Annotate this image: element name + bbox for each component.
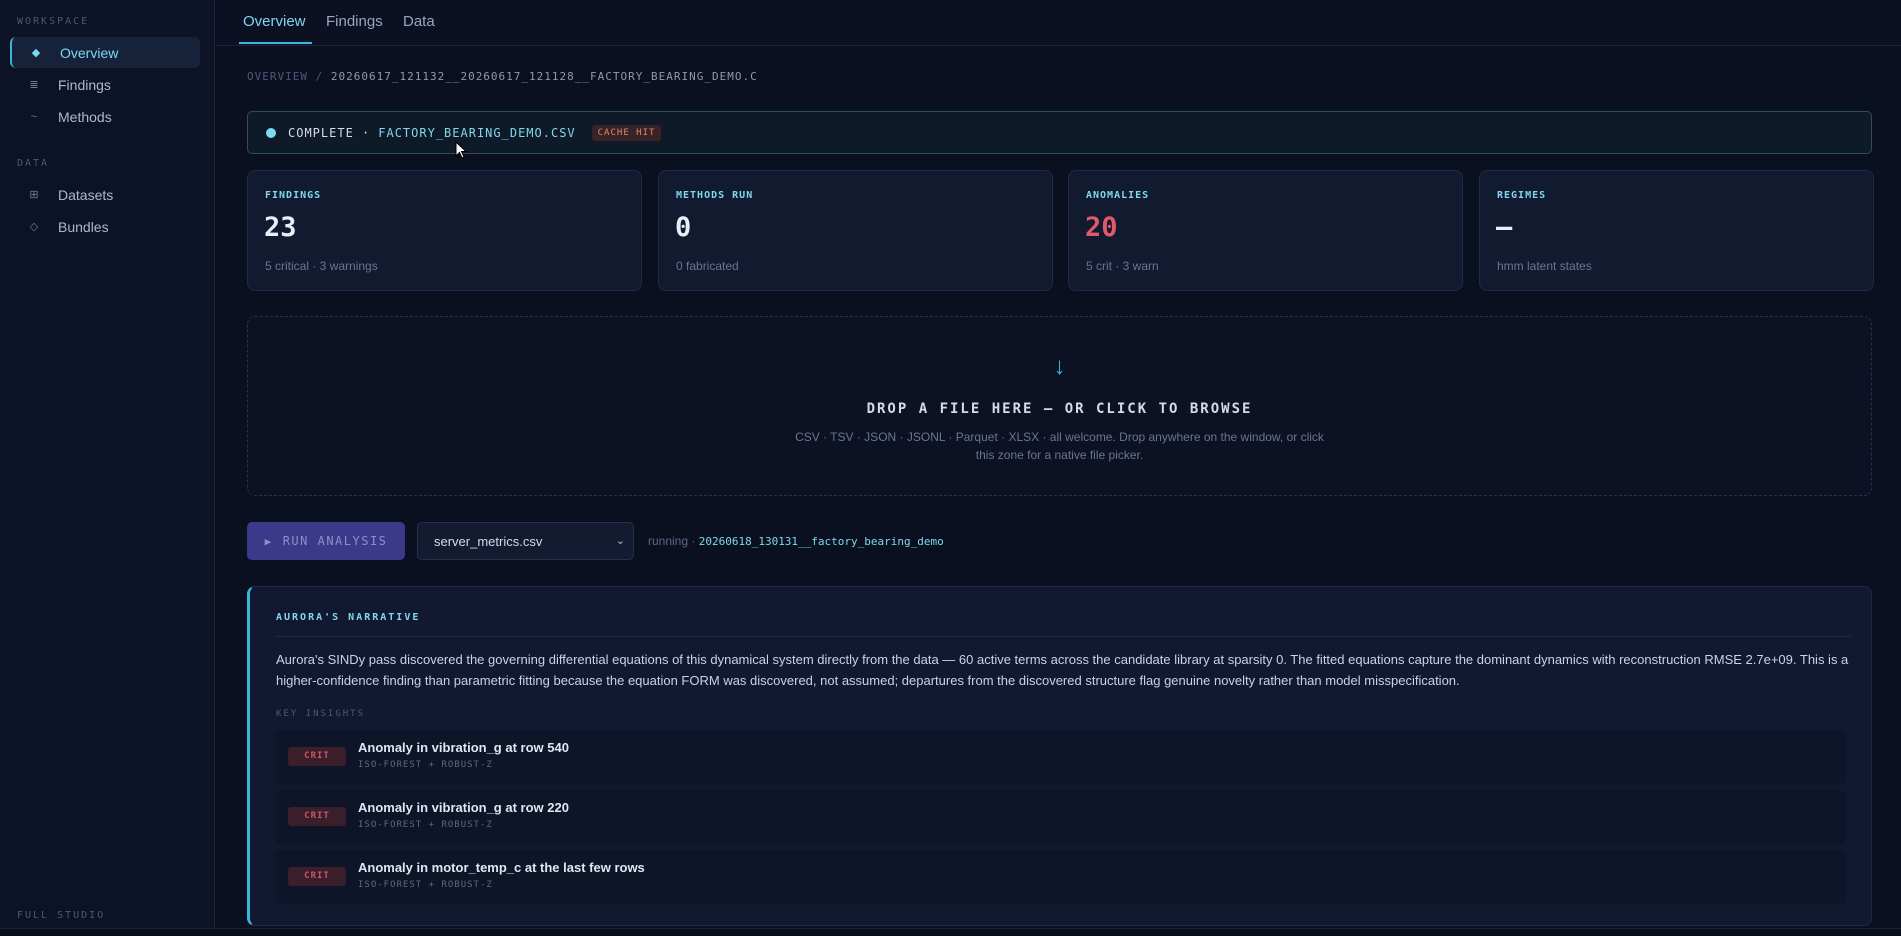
narrative-body: Aurora's SINDy pass discovered the gover… bbox=[276, 652, 1849, 688]
running-label: running · bbox=[648, 534, 696, 548]
card-subtext: 5 critical · 3 warnings bbox=[265, 259, 378, 273]
insight-item[interactable]: CRIT Anomaly in motor_temp_c at the last… bbox=[276, 850, 1846, 904]
sidebar-item-label: Findings bbox=[58, 76, 111, 93]
findings-card: FINDINGS 23 5 critical · 3 warnings bbox=[247, 170, 642, 291]
card-subtext: 5 crit · 3 warn bbox=[1086, 259, 1159, 273]
workspace-section-label: WORKSPACE bbox=[17, 16, 90, 27]
window-bottom-strip bbox=[0, 928, 1901, 936]
run-analysis-label: RUN ANALYSIS bbox=[282, 534, 388, 548]
sidebar-item-methods[interactable]: ~ Methods bbox=[10, 101, 200, 132]
card-label: ANOMALIES bbox=[1086, 190, 1150, 201]
methods-run-card: METHODS RUN 0 0 fabricated bbox=[658, 170, 1053, 291]
narrative-title: AURORA'S NARRATIVE bbox=[276, 612, 421, 623]
sidebar-item-findings[interactable]: ≣ Findings bbox=[10, 69, 200, 100]
tab-overview[interactable]: Overview bbox=[243, 13, 306, 30]
card-label: METHODS RUN bbox=[676, 190, 754, 201]
download-arrow-icon: ↓ bbox=[1053, 353, 1066, 380]
breadcrumb-current: 20260617_121132__20260617_121128__FACTOR… bbox=[330, 70, 758, 83]
run-status-bar: COMPLETE · FACTORY_BEARING_DEMO.CSV CACH… bbox=[247, 111, 1872, 154]
dataset-select[interactable]: server_metrics.csv ⌄ bbox=[417, 522, 634, 560]
mouse-cursor-icon bbox=[455, 141, 468, 159]
breadcrumb-separator: / bbox=[315, 70, 324, 83]
sidebar-item-bundles[interactable]: ◇ Bundles bbox=[10, 211, 200, 242]
list-icon: ≣ bbox=[29, 79, 39, 91]
regimes-card: REGIMES – hmm latent states bbox=[1479, 170, 1874, 291]
insight-item[interactable]: CRIT Anomaly in vibration_g at row 220 I… bbox=[276, 790, 1846, 844]
card-value: 20 bbox=[1085, 212, 1118, 243]
card-label: REGIMES bbox=[1497, 190, 1547, 201]
critical-badge: CRIT bbox=[288, 807, 346, 826]
insight-item[interactable]: CRIT Anomaly in vibration_g at row 540 I… bbox=[276, 730, 1846, 784]
insight-method: ISO-FOREST + ROBUST-Z bbox=[358, 820, 493, 830]
file-drop-zone[interactable]: ↓ DROP A FILE HERE — OR CLICK TO BROWSE … bbox=[247, 316, 1872, 496]
status-dot-icon bbox=[266, 127, 276, 138]
breadcrumb: OVERVIEW / 20260617_121132__20260617_121… bbox=[247, 70, 758, 83]
insight-title: Anomaly in vibration_g at row 540 bbox=[358, 740, 569, 755]
card-value: – bbox=[1496, 212, 1513, 243]
dataset-select-value: server_metrics.csv bbox=[434, 533, 543, 549]
card-subtext: hmm latent states bbox=[1497, 259, 1592, 273]
status-file: FACTORY_BEARING_DEMO.CSV bbox=[378, 125, 576, 140]
sidebar-item-label: Methods bbox=[58, 108, 112, 125]
key-insights-label: KEY INSIGHTS bbox=[276, 709, 366, 719]
chevron-down-icon: ⌄ bbox=[615, 535, 625, 547]
card-value: 23 bbox=[264, 212, 297, 243]
card-label: FINDINGS bbox=[265, 190, 322, 201]
sidebar-item-overview[interactable]: ◆ Overview bbox=[10, 37, 200, 68]
wave-icon: ~ bbox=[30, 110, 38, 123]
insight-method: ISO-FOREST + ROBUST-Z bbox=[358, 880, 493, 890]
tab-findings[interactable]: Findings bbox=[326, 13, 383, 30]
cache-hit-badge: CACHE HIT bbox=[591, 124, 662, 141]
sidebar: WORKSPACE ◆ Overview ≣ Findings ~ Method… bbox=[0, 0, 215, 936]
divider bbox=[276, 636, 1851, 637]
insight-title: Anomaly in vibration_g at row 220 bbox=[358, 800, 569, 815]
full-studio-label[interactable]: FULL STUDIO bbox=[17, 910, 105, 921]
data-section-label: DATA bbox=[17, 158, 50, 169]
running-status: running · 20260618_130131__factory_beari… bbox=[648, 534, 944, 548]
play-icon: ▶ bbox=[264, 534, 273, 548]
active-tab-indicator bbox=[239, 42, 312, 44]
drop-zone-title: DROP A FILE HERE — OR CLICK TO BROWSE bbox=[866, 401, 1253, 417]
diamond-icon: ◆ bbox=[31, 47, 41, 59]
sidebar-item-label: Datasets bbox=[58, 186, 114, 203]
card-value: 0 bbox=[675, 212, 692, 243]
breadcrumb-root[interactable]: OVERVIEW bbox=[247, 70, 308, 83]
status-text: COMPLETE · bbox=[288, 125, 371, 140]
card-subtext: 0 fabricated bbox=[676, 259, 739, 273]
insight-method: ISO-FOREST + ROBUST-Z bbox=[358, 760, 493, 770]
insight-title: Anomaly in motor_temp_c at the last few … bbox=[358, 860, 645, 875]
narrative-panel: AURORA'S NARRATIVE Aurora's SINDy pass d… bbox=[247, 586, 1872, 926]
sidebar-item-label: Overview bbox=[60, 44, 119, 61]
run-analysis-button[interactable]: ▶ RUN ANALYSIS bbox=[247, 522, 405, 560]
running-run-id: 20260618_130131__factory_bearing_demo bbox=[698, 535, 944, 548]
top-tab-bar bbox=[216, 0, 1901, 46]
drop-zone-description: CSV · TSV · JSON · JSONL · Parquet · XLS… bbox=[795, 430, 1324, 462]
sidebar-item-datasets[interactable]: ⊞ Datasets bbox=[10, 179, 200, 210]
bundle-icon: ◇ bbox=[29, 221, 39, 233]
sidebar-item-label: Bundles bbox=[58, 218, 109, 235]
tab-data[interactable]: Data bbox=[403, 13, 435, 30]
grid-icon: ⊞ bbox=[29, 189, 39, 201]
critical-badge: CRIT bbox=[288, 867, 346, 886]
anomalies-card: ANOMALIES 20 5 crit · 3 warn bbox=[1068, 170, 1463, 291]
critical-badge: CRIT bbox=[288, 747, 346, 766]
